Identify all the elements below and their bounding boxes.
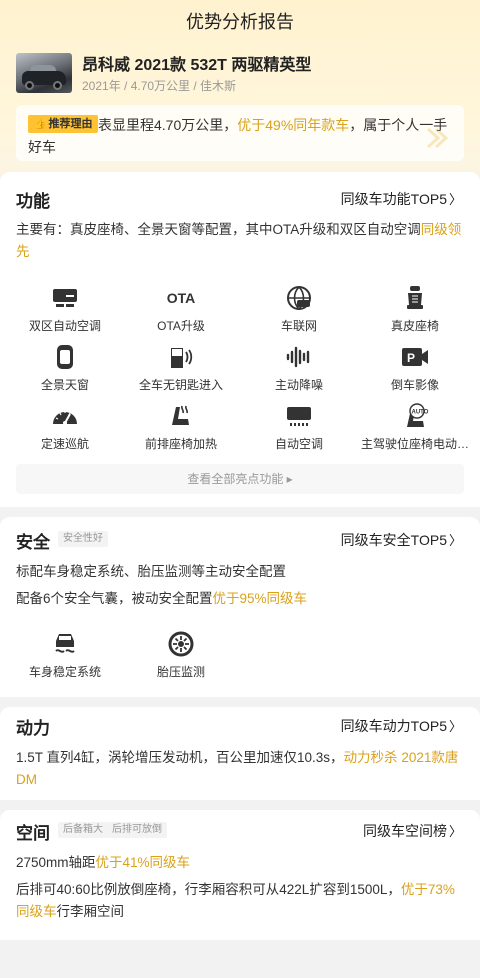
thumbs-up-icon: 👍 — [34, 119, 47, 130]
section-divider — [0, 697, 480, 707]
space-ranking-link[interactable]: 同级车空间榜〉 — [363, 821, 462, 841]
power-top5-link[interactable]: 同级车动力TOP5 〉 — [341, 716, 462, 736]
panoramic-sunroof-icon — [6, 344, 124, 370]
feature-ota[interactable]: OTA OTA升级 — [122, 285, 240, 334]
recommend-reason-badge: 👍 推荐理由 — [28, 115, 99, 133]
space-description-line2: 后排可40:60比例放倒座椅，行李厢容积可从422L扩容到1500L，优于73%… — [16, 882, 455, 919]
section-divider — [0, 800, 480, 810]
chevron-decoration-icon — [426, 127, 449, 149]
feature-stability-control[interactable]: 车身稳定系统 — [6, 631, 124, 680]
feature-leather-seat[interactable]: 真皮座椅 — [356, 285, 474, 334]
feature-panoramic-sunroof[interactable]: 全景天窗 — [6, 344, 124, 393]
function-title: 功能 — [16, 192, 50, 211]
feature-tire-pressure[interactable]: 胎压监测 — [122, 631, 240, 680]
connected-car-icon — [240, 285, 358, 311]
safety-title: 安全 — [16, 533, 50, 552]
safety-description-line1: 标配车身稳定系统、胎压监测等主动安全配置 — [16, 564, 286, 579]
ota-icon: OTA — [166, 290, 196, 306]
svg-text:P: P — [407, 351, 415, 365]
seat-heating-icon — [122, 403, 240, 429]
space-section: 空间 后备箱大 后排可放倒 同级车空间榜〉 2750mm轴距优于41%同级车 后… — [0, 810, 480, 940]
auto-ac-icon — [240, 403, 358, 429]
feature-auto-ac[interactable]: 自动空调 — [240, 403, 358, 452]
function-section: 功能 同级车功能TOP5 〉 主要有：真皮座椅、全景天窗等配置，其中OTA升级和双… — [0, 172, 480, 507]
safety-section: 安全 安全性好 同级车安全TOP5 〉 标配车身稳定系统、胎压监测等主动安全配置 … — [0, 517, 480, 697]
power-seat-icon: AUTO — [356, 403, 474, 429]
feature-cruise-control[interactable]: 定速巡航 — [6, 403, 124, 452]
keyless-entry-icon — [122, 344, 240, 370]
noise-cancel-icon — [240, 344, 358, 370]
space-tag-trunk: 后备箱大 — [58, 822, 108, 838]
feature-keyless-entry[interactable]: 全车无钥匙进入 — [122, 344, 240, 393]
power-title: 动力 — [16, 719, 50, 738]
cruise-control-icon — [6, 403, 124, 429]
space-title: 空间 — [16, 824, 50, 843]
stability-control-icon — [6, 631, 124, 657]
feature-power-seat[interactable]: AUTO 主驾驶位座椅电动… — [356, 403, 474, 452]
reverse-camera-icon: P — [356, 344, 474, 370]
page-bottom — [0, 940, 480, 978]
function-top5-link[interactable]: 同级车功能TOP5 〉 — [341, 189, 462, 209]
feature-connected-car[interactable]: 车联网 — [240, 285, 358, 334]
feature-dual-zone-ac[interactable]: 双区自动空调 — [6, 285, 124, 334]
car-meta: 2021年 / 4.70万公里 / 佳木斯 — [82, 79, 237, 93]
car-name: 昂科威 2021款 532T 两驱精英型 — [82, 57, 312, 74]
view-all-features-button[interactable]: 查看全部亮点功能 ▸ — [16, 464, 464, 494]
power-description: 1.5T 直列4缸，涡轮增压发动机，百公里加速仅10.3s，动力秒杀 2021款… — [16, 750, 459, 787]
car-thumbnail[interactable] — [16, 53, 72, 93]
tire-pressure-icon — [122, 631, 240, 657]
function-description: 主要有：真皮座椅、全景天窗等配置，其中OTA升级和双区自动空调同级领先 — [16, 222, 462, 259]
recommend-reason-card: 表显里程4.70万公里，优于49%同年款车，属于个人一手好车 👍 推荐理由 — [16, 105, 464, 161]
power-section: 动力 同级车动力TOP5 〉 1.5T 直列4缸，涡轮增压发动机，百公里加速仅10… — [0, 707, 480, 800]
space-description-line1: 2750mm轴距优于41%同级车 — [16, 855, 191, 870]
section-divider — [0, 507, 480, 517]
space-tag-folding-seats: 后排可放倒 — [107, 822, 167, 838]
safety-tag: 安全性好 — [58, 531, 108, 547]
page-title: 优势分析报告 — [186, 12, 294, 32]
leather-seat-icon — [356, 285, 474, 311]
safety-top5-link[interactable]: 同级车安全TOP5 〉 — [341, 530, 462, 550]
feature-reverse-camera[interactable]: P 倒车影像 — [356, 344, 474, 393]
feature-seat-heating[interactable]: 前排座椅加热 — [122, 403, 240, 452]
svg-text:AUTO: AUTO — [412, 410, 429, 416]
safety-description-line2: 配备6个安全气囊，被动安全配置优于95%同级车 — [16, 591, 308, 606]
feature-noise-cancel[interactable]: 主动降噪 — [240, 344, 358, 393]
dual-zone-ac-icon — [6, 285, 124, 311]
